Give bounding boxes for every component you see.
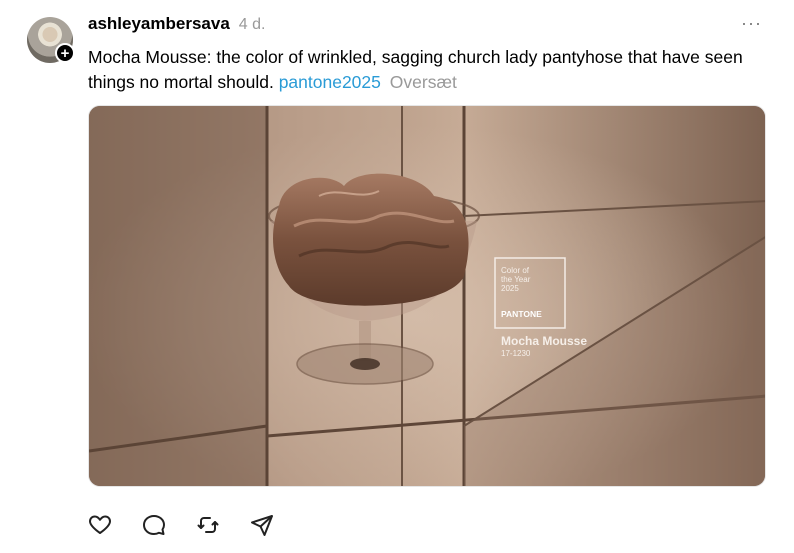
repost-button[interactable]: [196, 512, 250, 538]
card-line2: the Year: [501, 275, 531, 284]
translate-link[interactable]: Oversæt: [390, 72, 457, 92]
timestamp[interactable]: 4 d.: [239, 16, 266, 34]
post-image[interactable]: Color of the Year 2025 PANTONE Mocha Mou…: [88, 105, 766, 487]
color-name: Mocha Mousse: [501, 334, 587, 348]
card-line1: Color of: [501, 266, 530, 275]
like-button[interactable]: [88, 512, 142, 538]
send-icon: [251, 515, 273, 536]
action-bar: [88, 512, 304, 538]
share-button[interactable]: [250, 512, 304, 538]
card-brand: PANTONE: [501, 309, 542, 319]
follow-plus-icon[interactable]: +: [55, 43, 75, 63]
avatar[interactable]: +: [27, 17, 75, 63]
post-header: ashleyambersava 4 d.: [88, 14, 265, 34]
post-text: Mocha Mousse: the color of wrinkled, sag…: [88, 45, 778, 95]
color-code: 17-1230: [501, 349, 531, 358]
repost-icon: [197, 517, 219, 533]
comment-icon: [143, 515, 165, 535]
hashtag-link[interactable]: pantone2025: [279, 72, 381, 92]
reply-button[interactable]: [142, 512, 196, 538]
heart-icon: [89, 515, 111, 534]
username[interactable]: ashleyambersava: [88, 14, 230, 34]
ellipsis-icon[interactable]: ···: [741, 14, 762, 32]
card-year: 2025: [501, 284, 519, 293]
